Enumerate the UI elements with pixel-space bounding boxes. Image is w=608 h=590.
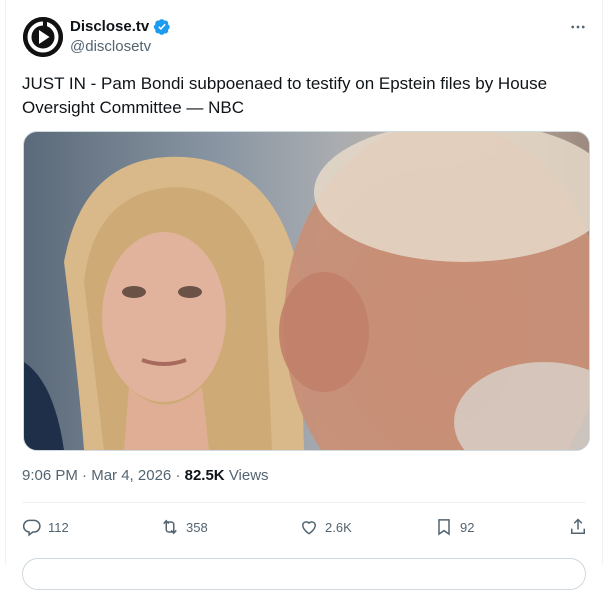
heart-icon bbox=[301, 521, 317, 535]
views-count: 82.5K bbox=[184, 467, 225, 484]
tweet-time[interactable]: 9:06 PM bbox=[22, 467, 78, 484]
more-dots-icon bbox=[571, 25, 585, 29]
meta-separator: · bbox=[82, 467, 92, 484]
tweet-meta: 9:06 PM · Mar 4, 2026 · 82.5K Views bbox=[22, 466, 269, 486]
tweet-text: JUST IN - Pam Bondi subpoenaed to testif… bbox=[22, 74, 548, 117]
tweet-date[interactable]: Mar 4, 2026 bbox=[91, 467, 171, 484]
share-button[interactable] bbox=[568, 514, 594, 540]
divider bbox=[22, 502, 586, 503]
reply-button[interactable]: 112 bbox=[22, 514, 69, 540]
reply-count: 112 bbox=[48, 519, 69, 535]
repost-icon bbox=[163, 519, 177, 535]
author-name-row: Disclose.tv bbox=[70, 17, 171, 36]
tweet-card: Disclose.tv @disclosetv JUST IN - Pam Bo… bbox=[5, 0, 603, 590]
bookmark-icon bbox=[438, 519, 450, 536]
like-count: 2.6K bbox=[325, 519, 352, 535]
reply-composer[interactable] bbox=[22, 558, 586, 590]
repost-count: 358 bbox=[186, 519, 208, 535]
reply-icon bbox=[22, 519, 41, 537]
author-name[interactable]: Disclose.tv bbox=[70, 17, 149, 36]
tweet-photo[interactable] bbox=[23, 131, 590, 451]
bookmark-count: 92 bbox=[460, 519, 475, 535]
share-icon bbox=[571, 518, 585, 534]
photo-content bbox=[24, 132, 589, 450]
author-handle[interactable]: @disclosetv bbox=[70, 37, 151, 56]
verified-badge-icon bbox=[154, 18, 170, 35]
bookmark-button[interactable]: 92 bbox=[434, 514, 474, 540]
meta-separator: · bbox=[175, 467, 185, 484]
action-bar: 112 358 2.6K 92 bbox=[22, 514, 586, 540]
views-label: Views bbox=[228, 467, 269, 484]
like-button[interactable]: 2.6K bbox=[299, 514, 352, 540]
more-options-button[interactable] bbox=[567, 16, 589, 38]
disclose-logo-icon bbox=[23, 17, 63, 57]
repost-button[interactable]: 358 bbox=[160, 514, 208, 540]
author-avatar[interactable] bbox=[23, 17, 63, 57]
